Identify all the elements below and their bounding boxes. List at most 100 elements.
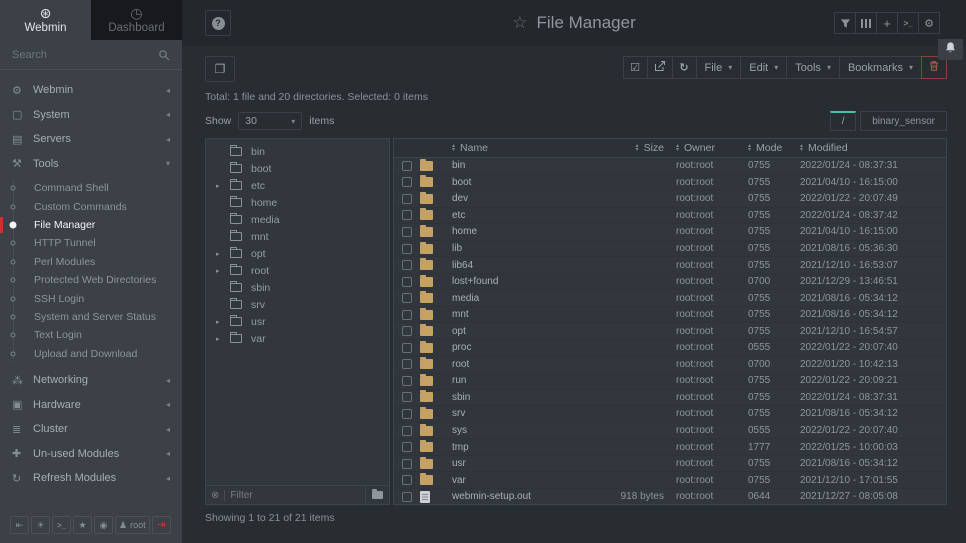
paste-buffer-button[interactable]: ❐ (205, 56, 235, 82)
table-row-usr[interactable]: usrroot:root07552021/08/16 - 05:34:12 (394, 456, 946, 473)
cell-name[interactable]: media (452, 293, 581, 304)
tree-item-etc[interactable]: ▸etc (206, 177, 389, 194)
sidebar-item-perl-modules[interactable]: Perl Modules (0, 253, 182, 271)
table-row-home[interactable]: homeroot:root07552021/04/10 - 16:15:00 (394, 224, 946, 241)
columns-button[interactable] (855, 12, 877, 34)
table-row-srv[interactable]: srvroot:root07552021/08/16 - 05:34:12 (394, 406, 946, 423)
user-button[interactable]: ♟ root (115, 516, 150, 534)
table-row-lost-found[interactable]: lost+foundroot:root07002021/12/29 - 13:4… (394, 274, 946, 291)
row-checkbox[interactable] (402, 376, 412, 386)
tree-item-mnt[interactable]: mnt (206, 228, 389, 245)
column-header-mode[interactable]: ▴▾Mode (748, 142, 800, 154)
favorites-button[interactable]: ★ (73, 516, 92, 534)
sidebar-item-file-manager[interactable]: File Manager (0, 216, 182, 234)
favorite-star-icon[interactable]: ☆ (512, 13, 527, 33)
tree-item-home[interactable]: home (206, 194, 389, 211)
row-checkbox[interactable] (402, 409, 412, 419)
sidebar-category-cluster[interactable]: ≣Cluster◂ (0, 417, 182, 442)
cell-name[interactable]: sbin (452, 392, 581, 403)
row-checkbox[interactable] (402, 277, 412, 287)
sidebar-item-protected-web-directories[interactable]: Protected Web Directories (0, 271, 182, 289)
row-checkbox[interactable] (402, 326, 412, 336)
row-checkbox[interactable] (402, 475, 412, 485)
logout-button[interactable]: ⇥ (152, 516, 171, 534)
row-checkbox[interactable] (402, 194, 412, 204)
row-checkbox[interactable] (402, 459, 412, 469)
terminal-button[interactable]: >_ (897, 12, 919, 34)
sidebar-item-command-shell[interactable]: Command Shell (0, 179, 182, 197)
cell-name[interactable]: bin (452, 160, 581, 171)
sidebar-category-hardware[interactable]: ▣Hardware◂ (0, 392, 182, 417)
table-row-boot[interactable]: bootroot:root07552021/04/10 - 16:15:00 (394, 175, 946, 192)
page-size-select[interactable]: 30 ▾ (238, 112, 302, 130)
sidebar-item-custom-commands[interactable]: Custom Commands (0, 197, 182, 215)
table-row-sys[interactable]: sysroot:root05552022/01/22 - 20:07:40 (394, 423, 946, 440)
tab-webmin[interactable]: ⊛ Webmin (0, 0, 91, 40)
filter-button[interactable] (834, 12, 856, 34)
row-checkbox[interactable] (402, 442, 412, 452)
table-row-etc[interactable]: etcroot:root07552022/01/24 - 08:37:42 (394, 208, 946, 225)
table-row-bin[interactable]: binroot:root07552022/01/24 - 08:37:31 (394, 158, 946, 175)
sidebar-category-refresh-modules[interactable]: ↻Refresh Modules◂ (0, 466, 182, 491)
cell-name[interactable]: mnt (452, 309, 581, 320)
tree-expand-icon[interactable]: ▸ (216, 182, 230, 190)
search-input[interactable] (12, 49, 158, 61)
row-checkbox[interactable] (402, 177, 412, 187)
row-checkbox[interactable] (402, 343, 412, 353)
breadcrumb-root[interactable]: / (830, 111, 856, 131)
table-row-lib64[interactable]: lib64root:root07552021/12/10 - 16:53:07 (394, 257, 946, 274)
table-row-dev[interactable]: devroot:root07552022/01/22 - 20:07:49 (394, 191, 946, 208)
cell-name[interactable]: opt (452, 326, 581, 337)
tree-item-usr[interactable]: ▸usr (206, 313, 389, 330)
table-row-root[interactable]: rootroot:root07002022/01/20 - 10:42:13 (394, 357, 946, 374)
table-row-var[interactable]: varroot:root07552021/12/10 - 17:01:55 (394, 472, 946, 489)
tree-item-opt[interactable]: ▸opt (206, 245, 389, 262)
column-header-size[interactable]: ▴▾Size (581, 142, 676, 154)
table-row-proc[interactable]: procroot:root05552022/01/22 - 20:07:40 (394, 340, 946, 357)
row-checkbox[interactable] (402, 426, 412, 436)
sidebar-category-tools[interactable]: ⚒Tools▾ (0, 152, 182, 177)
row-checkbox[interactable] (402, 392, 412, 402)
tree-expand-icon[interactable]: ▸ (216, 250, 230, 258)
sidebar-category-webmin[interactable]: ⚙Webmin◂ (0, 78, 182, 103)
cell-name[interactable]: sys (452, 425, 581, 436)
row-checkbox[interactable] (402, 310, 412, 320)
tree-item-media[interactable]: media (206, 211, 389, 228)
sidebar-item-upload-and-download[interactable]: Upload and Download (0, 345, 182, 363)
tree-expand-icon[interactable]: ▸ (216, 267, 230, 275)
row-checkbox[interactable] (402, 210, 412, 220)
table-row-media[interactable]: mediaroot:root07552021/08/16 - 05:34:12 (394, 290, 946, 307)
add-button[interactable]: + (876, 12, 898, 34)
language-button[interactable]: ◉ (94, 516, 113, 534)
cell-name[interactable]: home (452, 226, 581, 237)
row-checkbox[interactable] (402, 161, 412, 171)
collapse-sidebar-button[interactable]: ⇤ (10, 516, 29, 534)
row-checkbox[interactable] (402, 227, 412, 237)
cell-name[interactable]: lib64 (452, 260, 581, 271)
cell-name[interactable]: webmin-setup.out (452, 491, 581, 502)
tab-dashboard[interactable]: ◷ Dashboard (91, 0, 182, 40)
select-all-button[interactable]: ☑ (623, 56, 648, 79)
cell-name[interactable]: lib (452, 243, 581, 254)
cell-name[interactable]: boot (452, 177, 581, 188)
row-checkbox[interactable] (402, 260, 412, 270)
theme-button[interactable]: ☀ (31, 516, 50, 534)
cell-name[interactable]: root (452, 359, 581, 370)
cell-name[interactable]: run (452, 375, 581, 386)
sidebar-item-text-login[interactable]: Text Login (0, 326, 182, 344)
tree-expand-icon[interactable]: ▸ (216, 335, 230, 343)
sidebar-category-system[interactable]: ▢System◂ (0, 103, 182, 128)
tree-item-srv[interactable]: srv (206, 296, 389, 313)
tree-item-sbin[interactable]: sbin (206, 279, 389, 296)
sidebar-item-http-tunnel[interactable]: HTTP Tunnel (0, 234, 182, 252)
tree-filter-input[interactable] (230, 490, 365, 501)
cell-name[interactable]: lost+found (452, 276, 581, 287)
tree-folder-button[interactable] (365, 486, 389, 504)
menu-bookmarks[interactable]: Bookmarks ▾ (839, 56, 922, 79)
tree-item-root[interactable]: ▸root (206, 262, 389, 279)
settings-button[interactable]: ⚙ (918, 12, 940, 34)
breadcrumb-segment[interactable]: binary_sensor (860, 111, 947, 131)
column-header-owner[interactable]: ▴▾Owner (676, 142, 748, 154)
table-row-mnt[interactable]: mntroot:root07552021/08/16 - 05:34:12 (394, 307, 946, 324)
row-checkbox[interactable] (402, 492, 412, 502)
